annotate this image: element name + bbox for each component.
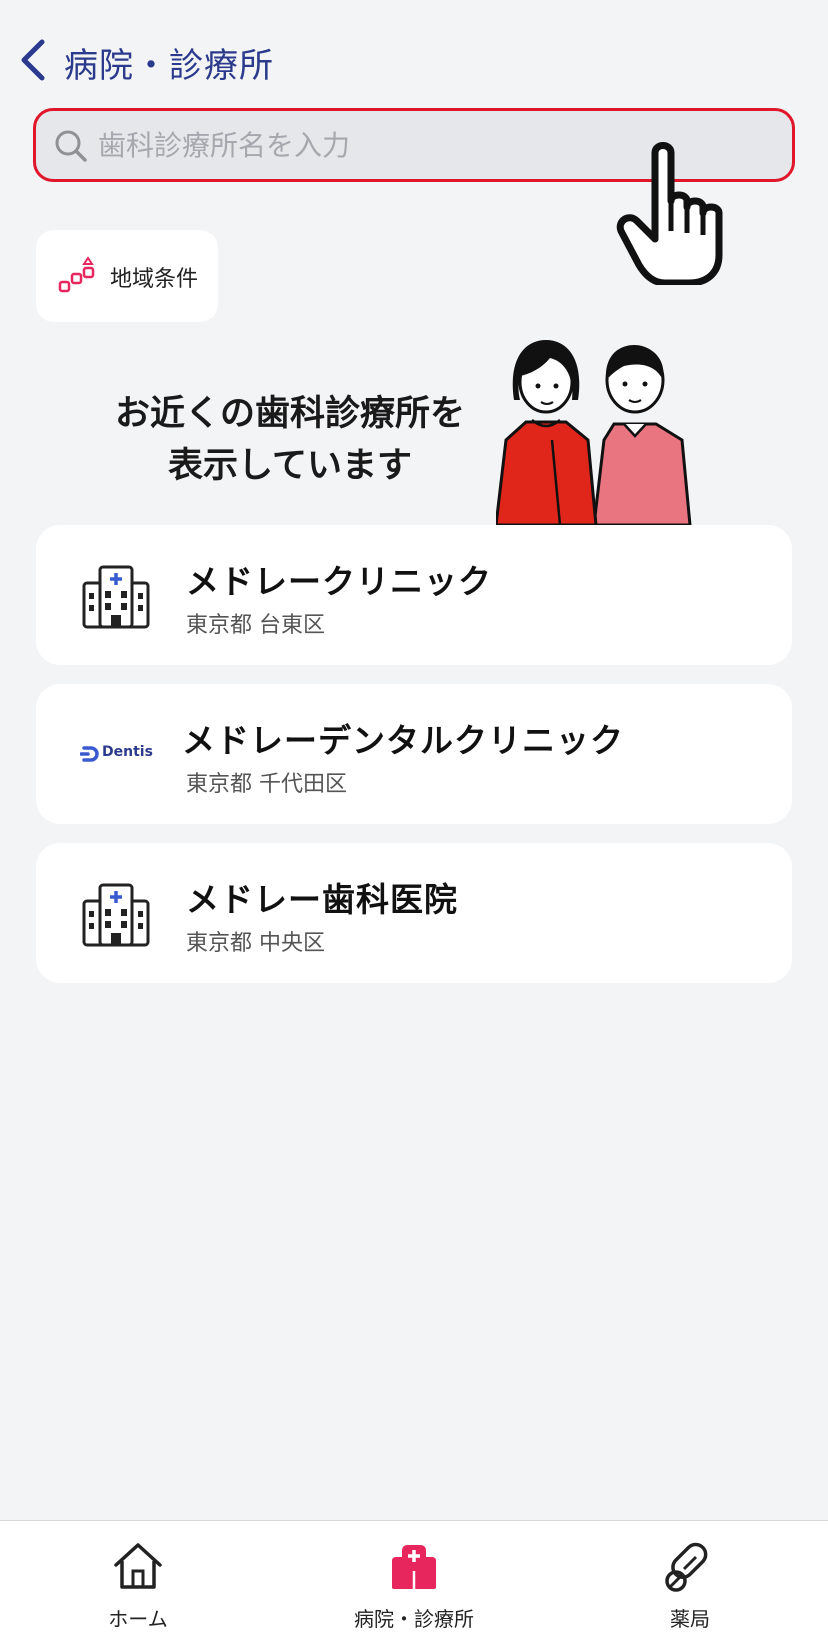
clinic-card[interactable]: Dentis メドレーデンタルクリニック 東京都 千代田区 (36, 684, 792, 824)
clinic-location: 東京都 千代田区 (186, 772, 347, 797)
tab-pharmacy[interactable]: 薬局 (590, 1521, 790, 1640)
nearby-banner-text: お近くの歯科診療所を 表示しています (80, 388, 500, 492)
clinic-card[interactable]: メドレー歯科医院 東京都 中央区 (36, 843, 792, 983)
tab-hospital-label: 病院・診療所 (354, 1607, 474, 1631)
hospital-icon (392, 1545, 436, 1589)
hospital-building-icon (82, 883, 150, 947)
clinic-name: メドレークリニック (186, 562, 492, 601)
dentis-logo: Dentis (80, 742, 180, 766)
tab-home-label: ホーム (108, 1607, 168, 1631)
people-illustration (496, 340, 692, 525)
banner-line-1: お近くの歯科診療所を (114, 394, 465, 434)
region-filter-button[interactable]: 地域条件 (36, 230, 218, 322)
chevron-left-icon (21, 39, 45, 81)
banner-line-2: 表示しています (168, 446, 412, 486)
home-icon (114, 1543, 162, 1589)
header-bar: 病院・診療所 (0, 0, 828, 110)
back-button[interactable] (16, 36, 52, 84)
bottom-tab-bar: ホーム 病院・診療所 薬局 (0, 1520, 828, 1640)
tab-pharmacy-label: 薬局 (670, 1607, 710, 1631)
clinic-location: 東京都 中央区 (186, 931, 325, 956)
clinic-name: メドレー歯科医院 (186, 880, 458, 919)
region-filter-label: 地域条件 (110, 267, 199, 292)
dentis-logo-text: Dentis (102, 744, 153, 760)
search-icon (55, 130, 87, 162)
clinic-location: 東京都 台東区 (186, 613, 325, 638)
pill-icon (665, 1542, 708, 1592)
pointing-hand-icon (616, 142, 723, 285)
search-input[interactable] (98, 119, 698, 171)
region-map-icon (58, 256, 95, 293)
clinic-card[interactable]: メドレークリニック 東京都 台東区 (36, 525, 792, 665)
tab-hospital[interactable]: 病院・診療所 (314, 1521, 514, 1640)
tab-home[interactable]: ホーム (38, 1521, 238, 1640)
page-title: 病院・診療所 (64, 46, 274, 86)
clinic-name: メドレーデンタルクリニック (182, 721, 624, 760)
hospital-building-icon (82, 565, 150, 629)
